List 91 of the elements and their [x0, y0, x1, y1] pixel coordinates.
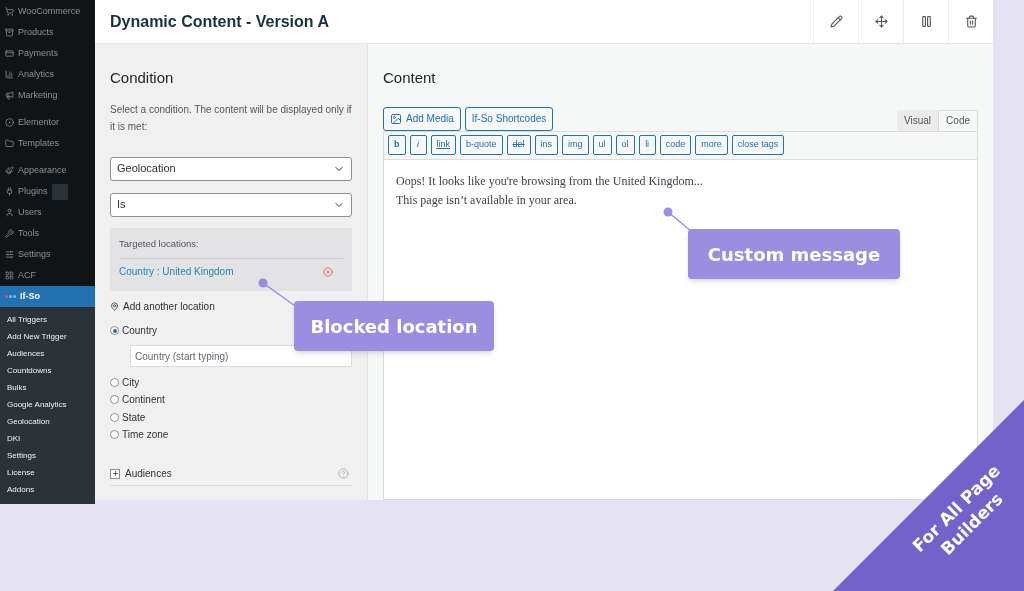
submenu-item[interactable]: License [0, 464, 95, 481]
quicktag-button[interactable]: code [659, 135, 692, 155]
quicktag-button[interactable]: img [562, 135, 589, 155]
sidebar-item[interactable]: Users [0, 202, 95, 223]
sidebar-item[interactable]: Appearance [0, 160, 95, 181]
condition-select[interactable]: Geolocation [110, 156, 352, 181]
archive-icon [5, 28, 14, 37]
trash-icon [964, 15, 978, 28]
add-media-button[interactable]: Add Media [383, 106, 461, 131]
sidebar-item[interactable]: Plugins [0, 181, 95, 202]
submenu-item[interactable]: Geolocation [0, 413, 95, 430]
submenu-item[interactable]: Settings [0, 447, 95, 464]
grid-icon [5, 271, 14, 280]
sliders-icon [5, 250, 14, 259]
sidebar-item[interactable]: Tools [0, 223, 95, 244]
radio-button[interactable] [110, 412, 119, 422]
country-field[interactable]: Country (start typing) [130, 345, 352, 368]
radio-button[interactable] [110, 430, 119, 439]
move-icon [874, 15, 888, 28]
radio-option[interactable]: Continent [110, 390, 165, 409]
pencil-icon [829, 15, 843, 28]
radio-option[interactable]: City [110, 373, 140, 391]
expand-button[interactable] [110, 468, 120, 479]
submenu-item[interactable]: Google Analytics [0, 396, 95, 413]
sidebar-item[interactable]: Elementor [0, 112, 95, 133]
quicktag-button[interactable]: b-quote [460, 135, 503, 155]
submenu-item[interactable]: Addons [0, 481, 95, 498]
sidebar-item[interactable]: Marketing [0, 85, 95, 106]
editor-text-line: Oops! It looks like you're browsing from the United Kingdom... [396, 172, 704, 190]
radio-option[interactable]: Country [110, 321, 157, 340]
radio-button[interactable] [110, 395, 119, 404]
editor-text-line: This page isn’t available in your area. [396, 191, 578, 209]
panel-heading: Condition [110, 68, 175, 88]
media-icon [390, 112, 402, 125]
quicktag-button[interactable]: li [638, 135, 656, 155]
targeted-heading: Targeted locations: [119, 236, 343, 259]
submenu-item[interactable]: Countdowns [0, 362, 95, 379]
radio-button[interactable] [110, 377, 119, 387]
quicktag-button[interactable]: ol [615, 135, 635, 155]
submenu-item[interactable]: Audiences [0, 345, 95, 362]
quicktag-button[interactable]: close tags [731, 135, 785, 155]
shortcodes-button[interactable]: If-So Shortcodes [464, 106, 554, 131]
location-link[interactable]: Country : United Kingdom [119, 264, 234, 280]
editor-tab[interactable]: Code [938, 109, 978, 131]
wrench-icon [5, 229, 14, 238]
sidebar-item[interactable]: If-So [0, 286, 95, 307]
submenu-item[interactable]: DKI [0, 430, 95, 447]
add-location-label: Add another location [123, 299, 215, 314]
quicktag-button[interactable]: b [388, 135, 406, 155]
quicktag-button[interactable]: ins [534, 135, 559, 155]
radio-option[interactable]: State [110, 408, 146, 426]
condition-description: Select a condition. The content will be displayed only if it is met: [110, 102, 352, 134]
radio-button[interactable] [110, 326, 119, 335]
callout-label: Blocked location [294, 301, 494, 351]
sidebar-item[interactable]: Analytics [0, 64, 95, 85]
user-icon [5, 208, 14, 217]
folder-icon [5, 139, 14, 148]
quicktag-button[interactable]: i [409, 135, 427, 155]
callout-label: Custom message [688, 229, 900, 279]
circle-icon [5, 118, 14, 127]
megaphone-icon [5, 91, 14, 100]
pause-icon [919, 15, 933, 28]
sidebar-item[interactable]: Templates [0, 133, 95, 154]
condition-select[interactable]: Is [110, 192, 352, 217]
submenu-item[interactable]: Bulks [0, 379, 95, 396]
audiences-label: Audiences [125, 467, 172, 482]
submenu-item[interactable]: Add New Trigger [0, 328, 95, 345]
quicktag-button[interactable]: ul [592, 135, 612, 155]
dots-icon [5, 295, 16, 298]
panel-heading: Content [383, 68, 437, 88]
plus-icon [111, 470, 119, 478]
remove-icon[interactable] [323, 266, 333, 277]
card-icon [5, 49, 14, 58]
radio-option[interactable]: Time zone [110, 425, 169, 444]
cart-icon [5, 7, 14, 16]
editor-tab[interactable]: Visual [897, 109, 939, 131]
sidebar-item[interactable]: ACF [0, 265, 95, 286]
quicktag-button[interactable]: more [695, 135, 728, 155]
sidebar-item[interactable]: Products [0, 22, 95, 43]
sidebar-item[interactable]: Settings [0, 244, 95, 265]
bar-chart-icon [5, 70, 14, 79]
submenu-item[interactable]: All Triggers [0, 311, 95, 328]
page-title: Dynamic Content - Version A [109, 11, 330, 32]
quicktag-button[interactable]: link [430, 135, 456, 155]
pin-icon [110, 301, 119, 311]
help-icon[interactable] [338, 468, 349, 480]
sidebar-item[interactable]: WooCommerce [0, 1, 95, 22]
sidebar-item[interactable]: Payments [0, 43, 95, 64]
plug-icon [5, 187, 14, 196]
quicktag-button[interactable]: del [506, 135, 531, 155]
brush-icon [5, 166, 14, 175]
